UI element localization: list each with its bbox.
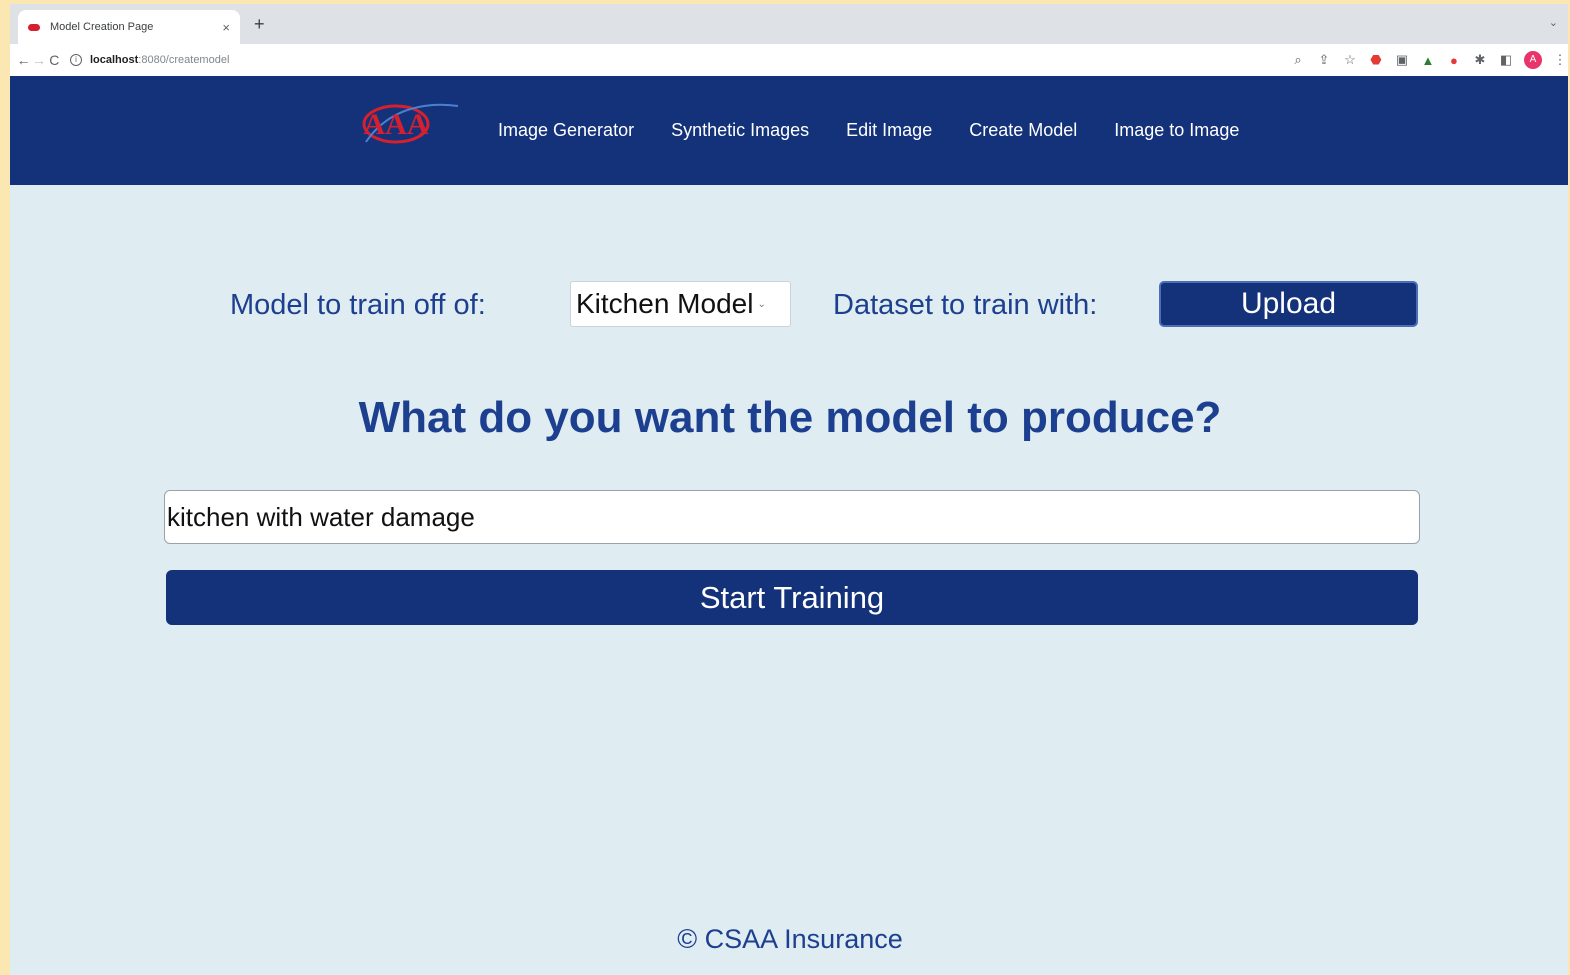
nav-image-to-image[interactable]: Image to Image bbox=[1114, 120, 1239, 141]
adblock-extension-icon[interactable]: ⬣ bbox=[1368, 52, 1384, 68]
bookmark-star-icon[interactable]: ☆ bbox=[1342, 52, 1358, 68]
puzzle-extensions-icon[interactable]: ✱ bbox=[1472, 52, 1488, 68]
tab-title: Model Creation Page bbox=[50, 21, 154, 33]
tab-search-chevron-icon[interactable]: ⌄ bbox=[1549, 16, 1558, 29]
prompt-input[interactable] bbox=[164, 490, 1420, 544]
browser-menu-icon[interactable]: ⋮ bbox=[1552, 52, 1568, 68]
aaa-favicon-icon bbox=[28, 23, 40, 31]
info-icon[interactable]: i bbox=[69, 54, 82, 66]
url-path: :8080/createmodel bbox=[138, 54, 230, 66]
profile-avatar[interactable]: A bbox=[1523, 51, 1542, 69]
model-label: Model to train off of: bbox=[230, 289, 486, 321]
extension-square-icon[interactable]: ▣ bbox=[1394, 52, 1410, 68]
tab-strip: Model Creation Page × + ⌄ bbox=[10, 4, 1568, 44]
upload-button[interactable]: Upload bbox=[1159, 281, 1418, 327]
browser-window: Model Creation Page × + ⌄ ← → C i localh… bbox=[10, 4, 1568, 975]
browser-toolbar: ← → C i localhost :8080/createmodel ⌕ ⇪ … bbox=[10, 44, 1568, 76]
main-nav: Image Generator Synthetic Images Edit Im… bbox=[498, 120, 1276, 141]
record-extension-icon[interactable]: ● bbox=[1446, 53, 1462, 68]
chevron-down-icon: ⌄ bbox=[757, 298, 766, 310]
nav-edit-image[interactable]: Edit Image bbox=[846, 120, 932, 141]
nav-image-generator[interactable]: Image Generator bbox=[498, 120, 634, 141]
nav-create-model[interactable]: Create Model bbox=[969, 120, 1077, 141]
new-tab-icon[interactable]: + bbox=[254, 14, 265, 35]
aaa-logo[interactable]: AAA bbox=[360, 96, 460, 163]
back-arrow-icon[interactable]: ← bbox=[16, 52, 31, 68]
drive-extension-icon[interactable]: ▲ bbox=[1420, 53, 1436, 68]
training-options-row: Model to train off of: Kitchen Model ⌄ D… bbox=[10, 281, 1568, 327]
zoom-icon[interactable]: ⌕ bbox=[1290, 52, 1306, 68]
browser-tab[interactable]: Model Creation Page × bbox=[18, 10, 240, 44]
model-select[interactable]: Kitchen Model ⌄ bbox=[570, 281, 791, 327]
logo-text: AAA bbox=[364, 108, 429, 141]
reload-icon[interactable]: C bbox=[47, 52, 62, 68]
side-panel-icon[interactable]: ◧ bbox=[1498, 52, 1514, 68]
extension-icons: ⌕ ⇪ ☆ ⬣ ▣ ▲ ● ✱ ◧ A ⋮ bbox=[1290, 51, 1568, 69]
close-tab-icon[interactable]: × bbox=[222, 20, 230, 35]
dataset-label: Dataset to train with: bbox=[833, 289, 1098, 321]
prompt-question-heading: What do you want the model to produce? bbox=[358, 393, 1222, 442]
app-header: AAA Image Generator Synthetic Images Edi… bbox=[10, 76, 1568, 185]
model-select-value: Kitchen Model bbox=[576, 288, 754, 319]
footer-copyright: © CSAA Insurance bbox=[677, 924, 903, 954]
forward-arrow-icon[interactable]: → bbox=[31, 52, 46, 68]
url-host: localhost bbox=[89, 54, 139, 66]
start-training-button[interactable]: Start Training bbox=[166, 570, 1418, 625]
nav-synthetic-images[interactable]: Synthetic Images bbox=[671, 120, 809, 141]
share-icon[interactable]: ⇪ bbox=[1316, 52, 1332, 68]
address-bar[interactable]: i localhost :8080/createmodel bbox=[69, 48, 1190, 72]
